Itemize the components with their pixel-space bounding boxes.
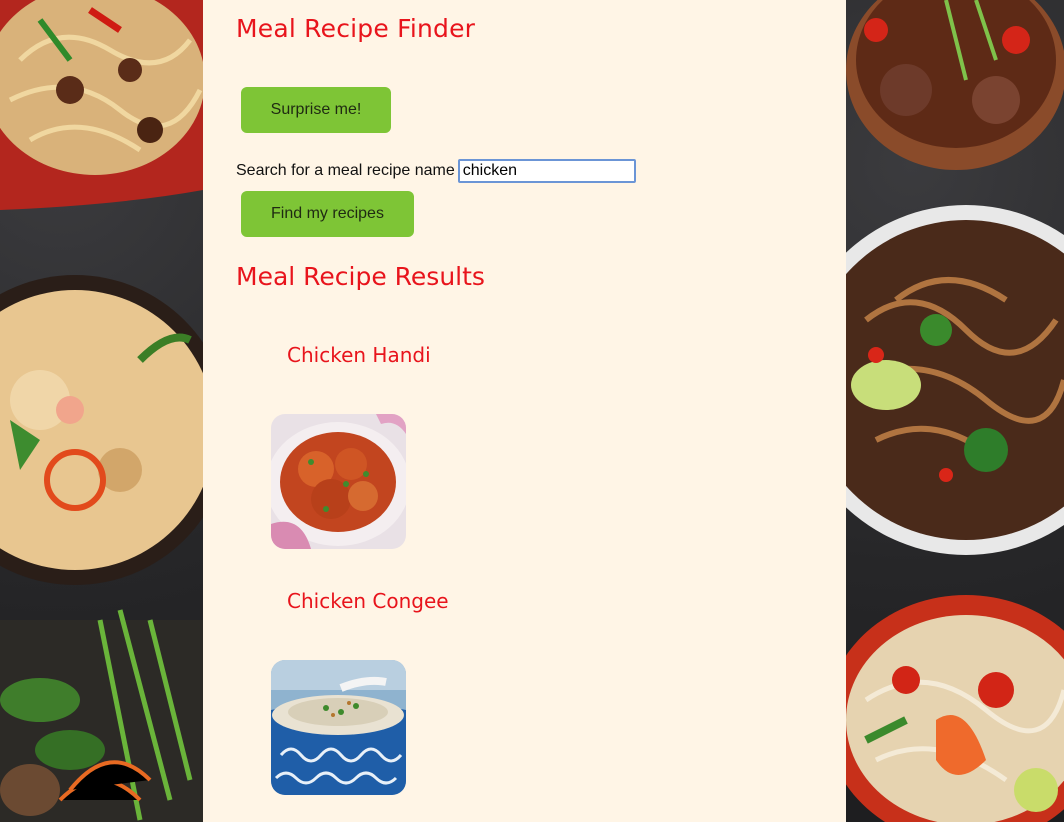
search-form: Search for a meal recipe name (236, 158, 636, 184)
recipe-name[interactable]: Chicken Congee (287, 589, 449, 613)
recipe-thumbnail-icon (271, 660, 406, 795)
food-collage-left-image (0, 0, 203, 822)
page-title: Meal Recipe Finder (236, 14, 476, 43)
left-background-food-photos (0, 0, 203, 822)
find-my-recipes-button[interactable]: Find my recipes (241, 191, 414, 237)
surprise-me-button[interactable]: Surprise me! (241, 87, 391, 133)
results-heading: Meal Recipe Results (236, 262, 485, 291)
right-background-food-photos (846, 0, 1064, 822)
main-content-panel: Meal Recipe Finder Surprise me! Search f… (203, 0, 846, 822)
recipe-name[interactable]: Chicken Handi (287, 343, 431, 367)
search-input[interactable] (457, 159, 636, 183)
chicken-handi-photo[interactable] (271, 414, 406, 549)
chicken-congee-photo[interactable] (271, 660, 406, 795)
recipe-thumbnail-icon (271, 414, 406, 549)
food-collage-right-image (846, 0, 1064, 822)
search-label: Search for a meal recipe name (236, 162, 455, 179)
